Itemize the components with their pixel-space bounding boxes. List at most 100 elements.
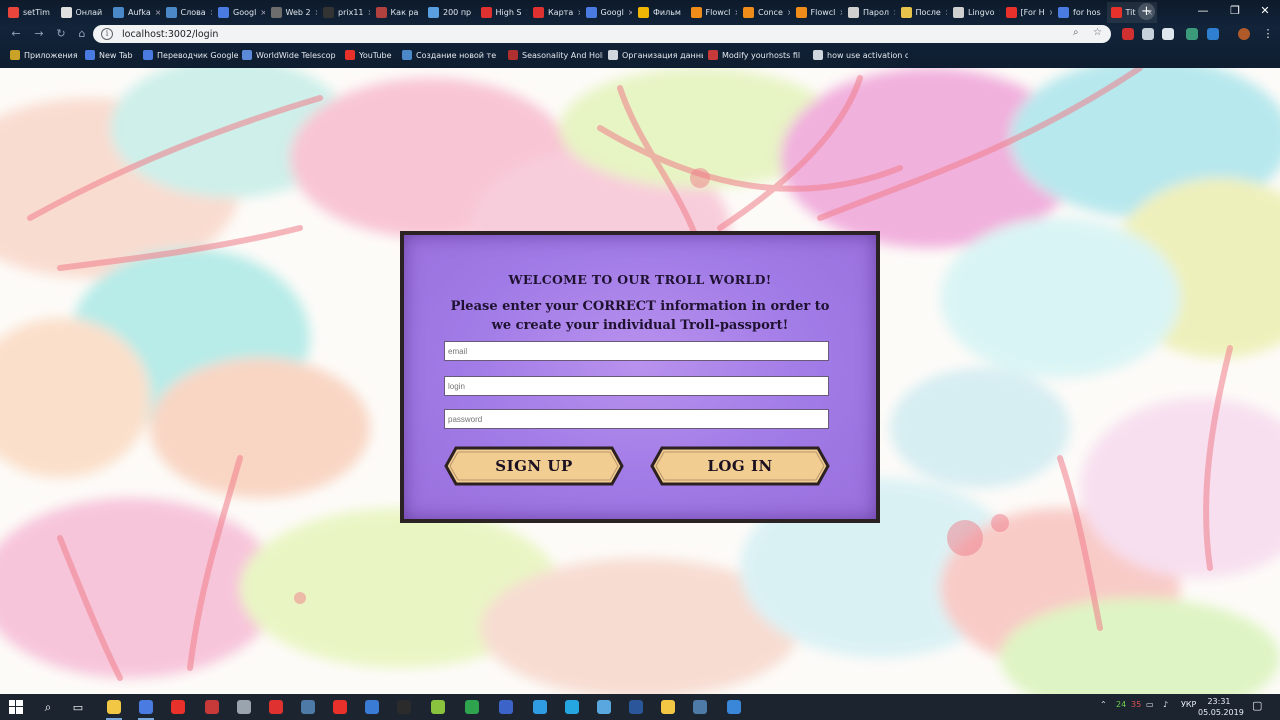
close-tab-icon[interactable]: × — [1049, 8, 1052, 17]
sign-up-button[interactable]: SIGN UP — [444, 446, 624, 486]
close-tab-icon[interactable]: × — [210, 8, 212, 17]
taskbar-app-app-red[interactable] — [202, 697, 222, 717]
password-field[interactable] — [444, 409, 829, 429]
adblock-extension-icon[interactable] — [1122, 28, 1134, 40]
browser-tab[interactable]: Web 2 × — [267, 2, 317, 23]
notifications-icon[interactable]: ▢ — [1252, 699, 1262, 712]
browser-tab[interactable]: High S × — [477, 2, 527, 23]
zoom-icon[interactable]: ⌕ — [1073, 27, 1079, 38]
taskbar-app-explorer[interactable] — [104, 697, 124, 720]
taskbar-app-vs[interactable] — [724, 697, 744, 717]
bookmark-item[interactable]: Создание новой те — [402, 50, 502, 60]
extension-icon[interactable] — [1186, 28, 1198, 40]
browser-tab[interactable]: Conce × — [739, 2, 790, 23]
browser-tab[interactable]: for hos× — [1054, 2, 1105, 23]
taskbar-app-opera[interactable] — [330, 697, 350, 717]
close-tab-icon[interactable]: × — [945, 8, 947, 17]
restore-button[interactable]: ❐ — [1220, 0, 1250, 22]
browser-tab[interactable]: Googl × — [214, 2, 265, 23]
taskbar-app-chrome[interactable] — [136, 697, 156, 720]
show-hidden-icons[interactable]: ⌃ — [1100, 700, 1107, 709]
network-icon[interactable]: ▭ — [1146, 700, 1154, 709]
start-button[interactable] — [6, 697, 26, 717]
bookmark-item[interactable]: Приложения — [10, 50, 80, 60]
taskbar-app-app-skype[interactable] — [594, 697, 614, 717]
taskbar-app-steam2[interactable] — [690, 697, 710, 717]
bookmark-item[interactable]: Организация данны — [608, 50, 703, 60]
browser-tab[interactable]: Flowcl× — [792, 2, 842, 23]
taskbar-app-yandex[interactable] — [168, 697, 188, 717]
bookmark-item[interactable]: how use activation co — [813, 50, 908, 60]
close-tab-icon[interactable]: × — [577, 8, 579, 17]
browser-tab[interactable]: Googl × — [582, 2, 632, 23]
taskbar-app-app-gray[interactable] — [234, 697, 254, 717]
task-view-icon[interactable]: ▭ — [68, 697, 88, 717]
close-tab-icon[interactable]: × — [628, 8, 632, 17]
taskbar-app-notes[interactable] — [658, 697, 678, 717]
bookmark-item[interactable]: YouTube — [345, 50, 397, 60]
browser-tab[interactable]: prix11 × — [319, 2, 370, 23]
browser-tab[interactable]: Карта× — [529, 2, 580, 23]
site-info-icon[interactable]: i — [101, 28, 113, 40]
volume-icon[interactable]: ♪ — [1163, 700, 1168, 709]
new-tab-button[interactable]: + — [1138, 3, 1155, 20]
taskbar-app-word[interactable] — [626, 697, 646, 717]
menu-icon[interactable]: ⋮ — [1262, 28, 1274, 40]
extension-icon[interactable] — [1162, 28, 1174, 40]
bookmark-item[interactable]: Seasonality And Holi — [508, 50, 603, 60]
browser-tab[interactable]: [For H × — [1002, 2, 1052, 23]
browser-tab[interactable]: Flowcl× — [687, 2, 737, 23]
browser-tab[interactable]: Парол× — [844, 2, 895, 23]
forward-icon[interactable]: → — [32, 27, 46, 41]
home-icon[interactable]: ⌂ — [75, 27, 89, 41]
log-in-button[interactable]: LOG IN — [650, 446, 830, 486]
close-tab-icon[interactable]: × — [260, 8, 264, 17]
email-field[interactable] — [444, 341, 829, 361]
close-tab-icon[interactable]: × — [787, 8, 790, 17]
close-tab-icon[interactable]: × — [54, 8, 55, 17]
search-icon[interactable]: ⌕ — [38, 697, 58, 717]
taskbar-app-steam[interactable] — [298, 697, 318, 717]
browser-tab[interactable]: Онлай× — [57, 2, 107, 23]
browser-tab[interactable]: Aufka × — [109, 2, 160, 23]
taskbar-app-epic[interactable] — [394, 697, 414, 717]
url-text[interactable]: localhost:3002/login — [122, 29, 218, 40]
reload-icon[interactable]: ↻ — [54, 27, 68, 41]
back-icon[interactable]: ← — [9, 27, 23, 41]
taskbar-app-app-green2[interactable] — [462, 697, 482, 717]
taskbar-app-app-red2[interactable] — [266, 697, 286, 717]
taskbar-app-app-cyan[interactable] — [562, 697, 582, 717]
browser-tab[interactable]: Слова × — [162, 2, 212, 23]
browser-tab[interactable]: После × — [897, 2, 947, 23]
close-tab-icon[interactable]: × — [734, 8, 737, 17]
close-tab-icon[interactable]: × — [368, 8, 370, 17]
taskbar-app-app-dark[interactable] — [362, 697, 382, 717]
minimize-button[interactable]: — — [1188, 0, 1218, 22]
close-tab-icon[interactable]: × — [106, 8, 107, 17]
profile-avatar[interactable] — [1238, 28, 1250, 40]
bookmark-item[interactable]: WorldWide Telescop — [242, 50, 340, 60]
clock[interactable]: 23:31 05.05.2019 — [1198, 696, 1244, 718]
close-tab-icon[interactable]: × — [893, 8, 894, 17]
extension-icon[interactable] — [1142, 28, 1154, 40]
close-window-button[interactable]: ✕ — [1250, 0, 1280, 22]
taskbar-app-app-green[interactable] — [428, 697, 448, 717]
close-tab-icon[interactable]: × — [998, 8, 999, 17]
bookmark-item[interactable]: New Tab — [85, 50, 137, 60]
close-tab-icon[interactable]: × — [155, 8, 160, 17]
close-tab-icon[interactable]: × — [526, 8, 527, 17]
extension-icon[interactable] — [1207, 28, 1219, 40]
address-bar[interactable]: i localhost:3002/login ⌕ ☆ — [93, 25, 1111, 43]
taskbar-app-app-blue2[interactable] — [530, 697, 550, 717]
bookmark-star-icon[interactable]: ☆ — [1093, 27, 1102, 38]
close-tab-icon[interactable]: × — [315, 8, 317, 17]
login-field[interactable] — [444, 376, 829, 396]
bookmark-item[interactable]: Modify yourhosts fil — [708, 50, 808, 60]
browser-tab[interactable]: Как ра× — [372, 2, 423, 23]
taskbar-app-app-blue[interactable] — [496, 697, 516, 717]
browser-tab[interactable]: Фильм× — [634, 2, 685, 23]
language-indicator[interactable]: УКР — [1181, 700, 1196, 709]
bookmark-item[interactable]: Переводчик Google — [143, 50, 238, 60]
browser-tab[interactable]: 200 пр× — [424, 2, 475, 23]
browser-tab[interactable]: Lingvo× — [949, 2, 1000, 23]
